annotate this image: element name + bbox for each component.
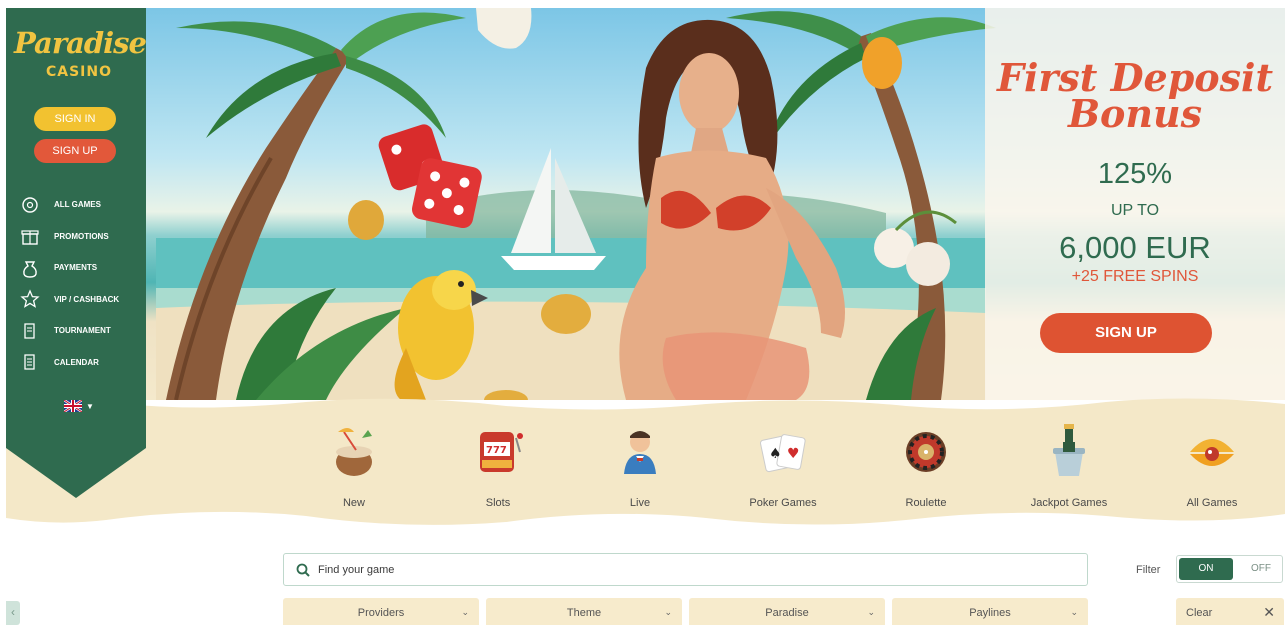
promo-free-spins: +25 FREE SPINS — [1071, 268, 1199, 285]
promo-panel: First Deposit Bonus 125% UP TO 6,000 EUR… — [985, 8, 1285, 400]
chevron-down-icon: ⌄ — [1070, 607, 1078, 617]
sidebar-item-all-games[interactable]: ALL GAMES — [20, 189, 119, 221]
svg-text:♥: ♥ — [787, 446, 800, 462]
paylines-dropdown[interactable]: Paylines ⌄ — [892, 598, 1088, 625]
category-label: Roulette — [905, 497, 947, 509]
filter-label: Filter — [1136, 564, 1161, 576]
money-bag-icon — [20, 258, 40, 278]
category-label: Poker Games — [749, 497, 817, 509]
category-label: Jackpot Games — [1030, 497, 1108, 509]
playing-cards-icon: ♠ ♥ — [759, 434, 806, 473]
category-strip: New 777 Slots Live ♠ ♥ Poker Games Roule… — [6, 398, 1285, 530]
promo-title: First Deposit Bonus — [996, 55, 1274, 136]
svg-text:♠: ♠ — [769, 446, 782, 462]
sidebar-nav: ALL GAMES PROMOTIONS PAYMENTS VIP / CASH… — [20, 189, 119, 378]
search-icon — [296, 563, 310, 577]
champagne-bucket-icon — [1053, 424, 1085, 476]
filter-off-option[interactable]: OFF — [1241, 558, 1281, 580]
dealer-icon — [624, 431, 656, 474]
language-selector[interactable]: ▼ — [64, 400, 94, 412]
svg-text:777: 777 — [486, 445, 507, 456]
sidebar-item-calendar[interactable]: CALENDAR — [20, 347, 119, 379]
sign-up-button[interactable]: SIGN UP — [34, 139, 116, 163]
close-icon: ✕ — [1263, 604, 1275, 620]
paradise-dropdown[interactable]: Paradise ⌄ — [689, 598, 885, 625]
sign-in-button[interactable]: SIGN IN — [34, 107, 116, 131]
category-label: Live — [629, 497, 651, 509]
sidebar-item-label: VIP / CASHBACK — [54, 294, 120, 304]
search-box[interactable] — [283, 553, 1088, 586]
category-roulette[interactable]: Roulette — [871, 422, 981, 509]
chevron-down-icon: ▼ — [86, 401, 94, 411]
side-panel-toggle[interactable]: ‹ — [6, 601, 20, 625]
clear-label: Clear — [1186, 607, 1213, 619]
chevron-down-icon: ⌄ — [461, 607, 469, 617]
sidebar-item-label: TOURNAMENT — [54, 326, 111, 336]
sidebar-item-payments[interactable]: PAYMENTS — [20, 252, 119, 284]
promo-amount: 6,000 EUR — [1059, 230, 1211, 265]
filter-on-option[interactable]: ON — [1179, 558, 1233, 580]
chevron-down-icon: ⌄ — [867, 607, 875, 617]
filter-toggle[interactable]: ON OFF — [1176, 555, 1283, 583]
scroll-icon — [20, 321, 40, 341]
theme-dropdown[interactable]: Theme ⌄ — [486, 598, 682, 625]
coconut-cocktail-icon — [336, 428, 372, 476]
category-label: All Games — [1186, 497, 1238, 509]
providers-dropdown[interactable]: Providers ⌄ — [283, 598, 479, 625]
search-input[interactable] — [318, 554, 1078, 585]
category-jackpot[interactable]: Jackpot Games — [1014, 422, 1124, 509]
dropdown-label: Theme — [566, 607, 602, 619]
promo-upto: UP TO — [1110, 202, 1160, 219]
sidebar: Paradise CASINO SIGN IN SIGN UP ALL GAME… — [6, 8, 147, 498]
star-icon — [20, 289, 40, 309]
category-poker[interactable]: ♠ ♥ Poker Games — [728, 422, 838, 509]
category-label: New — [342, 497, 365, 509]
sidebar-item-label: PROMOTIONS — [54, 231, 109, 241]
category-all-games[interactable]: All Games — [1157, 422, 1267, 509]
dropdown-label: Paylines — [969, 607, 1011, 619]
all-games-icon — [20, 195, 40, 215]
gift-icon — [20, 226, 40, 246]
dropdown-label: Paradise — [765, 607, 809, 619]
calendar-scroll-icon — [20, 352, 40, 372]
promo-percent: 125% — [1097, 158, 1173, 190]
category-slots[interactable]: 777 Slots — [443, 422, 553, 509]
category-new[interactable]: New — [299, 422, 409, 509]
promo-signup-button[interactable]: SIGN UP — [1040, 313, 1212, 353]
category-label: Slots — [485, 497, 511, 509]
chevron-down-icon: ⌄ — [664, 607, 672, 617]
sidebar-item-promotions[interactable]: PROMOTIONS — [20, 221, 119, 253]
roulette-wheel-icon — [906, 432, 946, 472]
sidebar-item-tournament[interactable]: TOURNAMENT — [20, 315, 119, 347]
sidebar-item-label: CALENDAR — [54, 357, 99, 367]
clear-filters-button[interactable]: Clear ✕ — [1176, 598, 1284, 625]
pearl-shell-icon — [1190, 439, 1234, 466]
page: First Deposit Bonus 125% UP TO 6,000 EUR… — [0, 0, 1285, 625]
brand-logo[interactable]: Paradise — [14, 26, 147, 60]
brand-logo-sub: CASINO — [45, 64, 113, 80]
category-live[interactable]: Live — [585, 422, 695, 509]
sidebar-item-vip[interactable]: VIP / CASHBACK — [20, 284, 119, 316]
sidebar-item-label: ALL GAMES — [54, 200, 101, 210]
sidebar-item-label: PAYMENTS — [54, 263, 98, 273]
dropdown-label: Providers — [357, 607, 405, 619]
uk-flag-icon — [64, 400, 82, 412]
slot-machine-icon: 777 — [480, 432, 523, 472]
